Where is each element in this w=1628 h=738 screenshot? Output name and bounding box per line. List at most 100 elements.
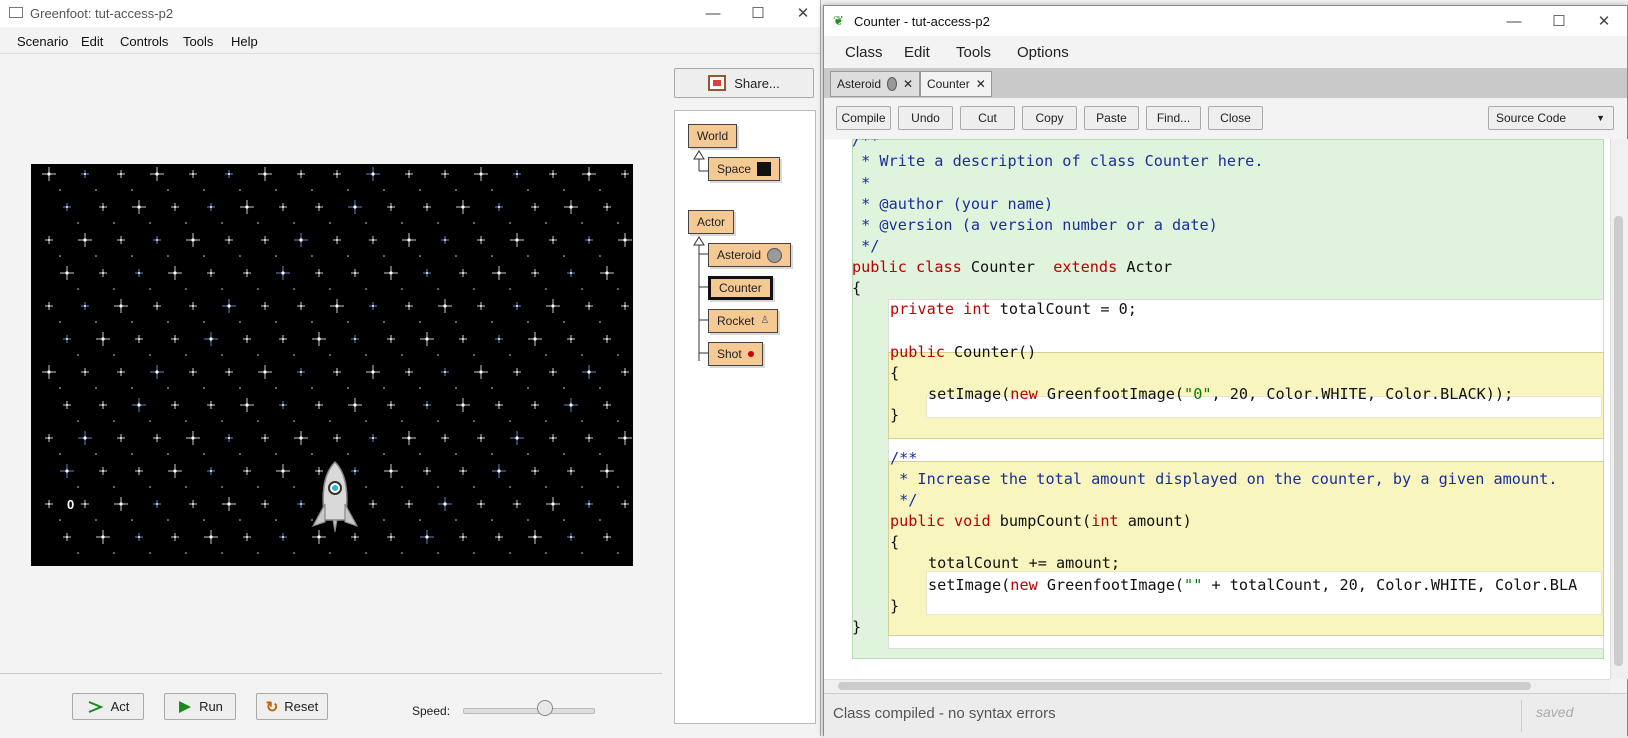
reset-button[interactable]: ↻ Reset — [256, 693, 328, 720]
code-editor[interactable]: /** * Write a description of class Count… — [824, 139, 1610, 679]
star — [221, 486, 223, 488]
star — [113, 288, 115, 290]
star — [275, 255, 277, 257]
star — [617, 288, 619, 290]
speed-slider[interactable] — [463, 708, 595, 714]
star — [96, 332, 110, 346]
tab-asteroid[interactable]: Asteroid ✕ — [830, 71, 920, 97]
menu-scenario[interactable]: Scenario — [17, 34, 68, 49]
menu-editor-edit[interactable]: Edit — [904, 44, 930, 61]
class-shot[interactable]: Shot — [708, 342, 763, 366]
star — [491, 321, 493, 323]
editor-close-button[interactable]: ✕ — [1584, 12, 1624, 32]
star — [351, 335, 359, 343]
counter-actor[interactable]: 0 — [67, 497, 74, 512]
rocket-icon: ♙ — [760, 315, 770, 326]
class-counter-label: Counter — [719, 281, 762, 295]
star — [171, 203, 179, 211]
star — [441, 434, 449, 442]
star — [221, 420, 223, 422]
reset-label: Reset — [284, 699, 319, 714]
star — [513, 302, 521, 310]
act-button[interactable]: Act — [72, 693, 144, 720]
share-button[interactable]: Share... — [674, 68, 814, 98]
star — [185, 288, 187, 290]
minimize-button[interactable]: — — [693, 4, 733, 24]
class-rocket[interactable]: Rocket ♙ — [708, 309, 779, 333]
star — [113, 486, 115, 488]
star — [42, 167, 56, 181]
menu-editor-tools[interactable]: Tools — [956, 44, 991, 61]
run-button[interactable]: Run — [164, 693, 236, 720]
star — [329, 288, 331, 290]
star — [207, 467, 215, 475]
menu-class[interactable]: Class — [845, 44, 883, 61]
editor-window: ❦ Counter - tut-access-p2 — ☐ ✕ Class Ed… — [823, 5, 1628, 738]
star — [621, 500, 629, 508]
star — [203, 453, 205, 455]
star — [257, 552, 259, 554]
close-editor-button[interactable]: Close — [1208, 106, 1263, 130]
menu-edit[interactable]: Edit — [81, 34, 103, 49]
compile-button[interactable]: Compile — [836, 106, 891, 130]
star — [135, 335, 143, 343]
star — [437, 420, 439, 422]
star — [402, 431, 416, 445]
find-button[interactable]: Find... — [1146, 106, 1201, 130]
class-asteroid[interactable]: Asteroid — [708, 243, 792, 267]
star — [153, 434, 161, 442]
menu-options[interactable]: Options — [1017, 44, 1069, 61]
star — [113, 420, 115, 422]
undo-button[interactable]: Undo — [898, 106, 953, 130]
star — [293, 420, 295, 422]
star — [95, 189, 97, 191]
close-button[interactable]: ✕ — [783, 4, 823, 24]
paste-button[interactable]: Paste — [1084, 106, 1139, 130]
class-counter[interactable]: Counter — [708, 276, 773, 300]
star — [563, 189, 565, 191]
star — [369, 434, 377, 442]
star — [207, 401, 215, 409]
easel-icon — [708, 75, 727, 91]
copy-button[interactable]: Copy — [1022, 106, 1077, 130]
star — [603, 335, 611, 343]
share-label: Share... — [734, 75, 780, 91]
class-actor[interactable]: Actor — [688, 210, 735, 234]
maximize-button[interactable]: ☐ — [738, 4, 778, 24]
star — [207, 203, 215, 211]
act-label: Act — [110, 699, 130, 714]
horizontal-scrollbar-thumb[interactable] — [838, 682, 1531, 690]
speed-slider-thumb[interactable] — [536, 700, 553, 716]
editor-minimize-button[interactable]: — — [1494, 12, 1534, 32]
tab-counter-close-icon[interactable]: ✕ — [976, 77, 986, 91]
star — [279, 335, 287, 343]
star — [347, 255, 349, 257]
tab-asteroid-close-icon[interactable]: ✕ — [903, 77, 913, 91]
menu-help[interactable]: Help — [231, 34, 258, 49]
editor-maximize-button[interactable]: ☐ — [1539, 12, 1579, 32]
cut-button[interactable]: Cut — [960, 106, 1015, 130]
star — [527, 255, 529, 257]
star — [459, 533, 467, 541]
code-token: extends — [1053, 258, 1118, 276]
star — [149, 222, 151, 224]
world-canvas[interactable] — [31, 164, 633, 566]
tab-counter[interactable]: Counter ✕ — [920, 71, 992, 97]
star — [347, 453, 349, 455]
inheritance-lines — [693, 150, 709, 361]
view-mode-select[interactable]: Source Code ▼ — [1488, 106, 1614, 130]
star — [293, 288, 295, 290]
vertical-scrollbar-thumb[interactable] — [1614, 216, 1623, 666]
star — [185, 354, 187, 356]
star — [509, 486, 511, 488]
star — [599, 387, 601, 389]
class-world[interactable]: World — [688, 124, 738, 148]
star — [293, 222, 295, 224]
star — [239, 189, 241, 191]
menu-tools[interactable]: Tools — [183, 34, 213, 49]
star — [185, 222, 187, 224]
class-space[interactable]: Space — [708, 157, 781, 181]
rocket-sprite[interactable] — [309, 460, 361, 536]
star — [599, 189, 601, 191]
menu-controls[interactable]: Controls — [120, 34, 168, 49]
